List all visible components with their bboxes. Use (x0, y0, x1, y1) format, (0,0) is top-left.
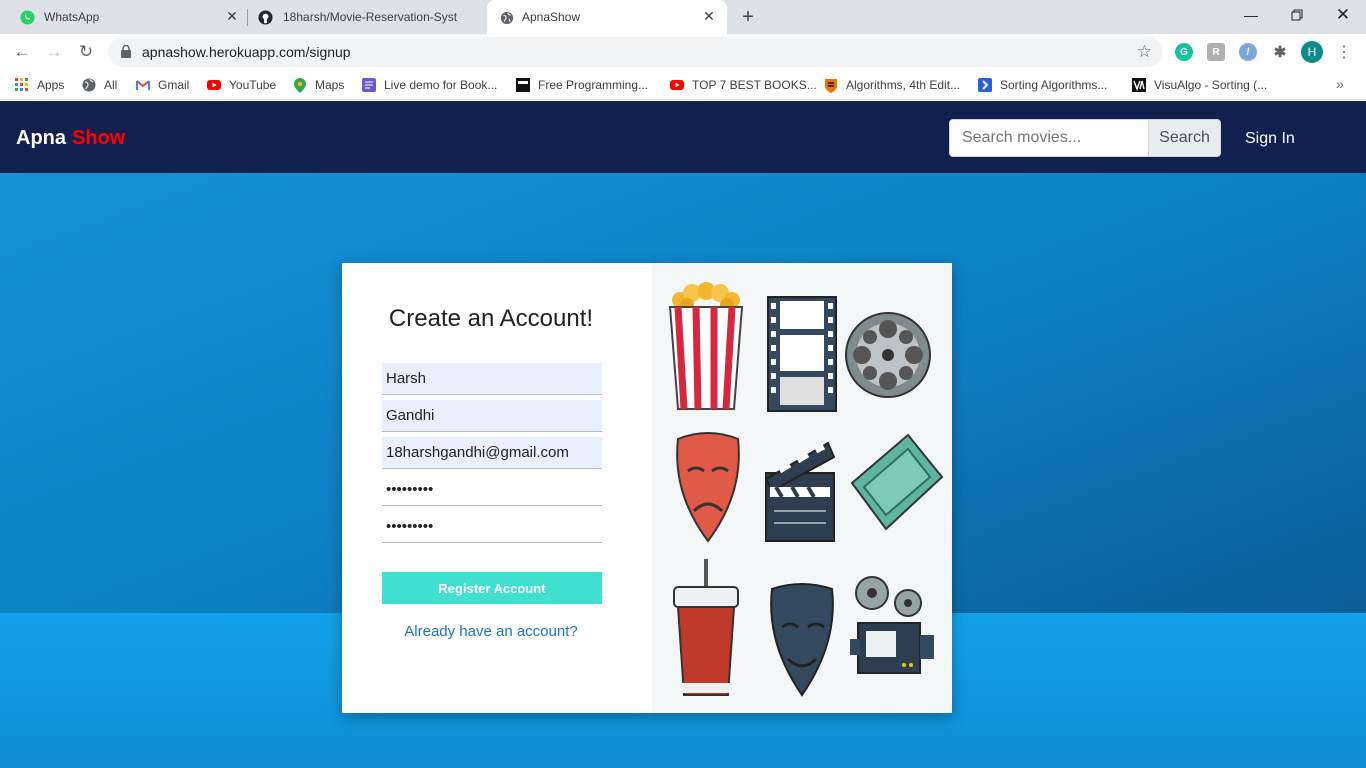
signup-card: Create an Account! Register Account Alre… (342, 263, 952, 713)
browser-menu-icon[interactable]: ⋮ (1336, 42, 1352, 62)
bookmark-label: Live demo for Book... (384, 78, 498, 92)
minimize-icon[interactable]: — (1239, 4, 1263, 26)
bookmark-visualgo[interactable]: VisuAlgo - Sorting (... (1132, 77, 1267, 93)
github-icon (258, 10, 273, 25)
bookmark-label: TOP 7 BEST BOOKS... (692, 78, 817, 92)
bookmark-sorting-algorithms[interactable]: Sorting Algorithms... (978, 77, 1107, 93)
tab-whatsapp[interactable]: WhatsApp ✕ (0, 0, 246, 34)
globe-icon (82, 78, 96, 92)
maps-icon (293, 77, 307, 93)
bookmarks-bar: Apps All Gmail YouTube Maps Live demo fo… (0, 70, 1366, 100)
email-field[interactable] (382, 437, 602, 469)
movie-search-input[interactable] (949, 119, 1149, 157)
confirm-password-field[interactable] (382, 511, 602, 543)
last-name-field[interactable] (382, 400, 602, 432)
bookmark-label: Gmail (158, 78, 190, 92)
tab-close-icon[interactable]: ✕ (701, 8, 717, 24)
movie-illustration (652, 263, 952, 713)
bookmark-label: Sorting Algorithms... (1000, 78, 1108, 92)
bookmark-label: Algorithms, 4th Edit... (846, 78, 961, 92)
whatsapp-icon (20, 10, 35, 25)
bookmark-maps[interactable]: Maps (293, 77, 344, 93)
happy-mask-icon (770, 583, 834, 697)
browser-toolbar: ← → ↻ apnashow.herokuapp.com/signup ☆ G … (0, 34, 1366, 70)
register-account-button[interactable]: Register Account (382, 572, 602, 604)
extension-shield-icon[interactable]: / (1239, 43, 1257, 61)
globe-icon (499, 10, 514, 25)
tab-title: WhatsApp (44, 10, 100, 24)
ticket-icon (850, 433, 944, 531)
address-bar[interactable]: apnashow.herokuapp.com/signup ☆ (108, 37, 1162, 67)
extensions-puzzle-icon[interactable]: ✱ (1271, 43, 1289, 61)
bookmark-free-programming[interactable]: Free Programming... (516, 77, 648, 93)
brand-first: Apna (16, 127, 66, 149)
apps-grid-icon (15, 78, 29, 92)
bookmarks-overflow-icon[interactable]: » (1336, 76, 1344, 92)
tab-title: ApnaShow (522, 10, 581, 24)
grammarly-icon[interactable]: G (1175, 43, 1193, 61)
bookmark-icon (978, 78, 992, 92)
reload-icon[interactable]: ↻ (75, 41, 97, 63)
new-tab-icon[interactable]: + (738, 6, 758, 28)
sign-in-link[interactable]: Sign In (1245, 130, 1295, 148)
signup-form: Create an Account! Register Account Alre… (342, 263, 652, 713)
site-navbar: Apna Show Search Sign In (0, 101, 1366, 173)
brand-logo[interactable]: Apna Show (16, 127, 125, 150)
browser-tab-bar: WhatsApp ✕ 18harsh/Movie-Reservation-Sys… (0, 0, 1366, 34)
tab-title: 18harsh/Movie-Reservation-Syste (283, 10, 457, 24)
lock-icon (120, 44, 132, 58)
bookmark-label: Free Programming... (538, 78, 649, 92)
sad-mask-icon (676, 432, 740, 543)
first-name-field[interactable] (382, 363, 602, 395)
extension-r-icon[interactable]: R (1207, 43, 1225, 61)
bookmark-star-icon[interactable]: ☆ (1137, 42, 1152, 62)
popcorn-icon (668, 282, 744, 410)
bookmark-label: Maps (315, 78, 345, 92)
login-link[interactable]: Already have an account? (342, 623, 640, 640)
back-icon[interactable]: ← (11, 41, 33, 63)
bookmark-label: VisuAlgo - Sorting (... (1154, 78, 1268, 92)
bookmark-top-7-books[interactable]: TOP 7 BEST BOOKS... (670, 77, 817, 93)
page-title: Create an Account! (388, 305, 594, 332)
bookmark-apps[interactable]: Apps (15, 77, 64, 93)
search-button[interactable]: Search (1148, 119, 1221, 157)
bookmark-icon (516, 78, 530, 92)
bookmark-gmail[interactable]: Gmail (136, 77, 189, 93)
close-window-icon[interactable]: ✕ (1331, 4, 1355, 26)
gmail-icon (136, 78, 150, 92)
profile-avatar[interactable]: H (1301, 41, 1323, 63)
bookmark-algorithms[interactable]: Algorithms, 4th Edit... (824, 77, 960, 93)
bookmark-all[interactable]: All (82, 77, 117, 93)
tab-close-icon[interactable]: ✕ (224, 8, 240, 24)
clapperboard-icon (764, 441, 836, 542)
forward-icon[interactable]: → (43, 41, 65, 63)
film-reel-icon (845, 312, 931, 398)
tab-github[interactable]: 18harsh/Movie-Reservation-Syste (248, 0, 486, 34)
url-text: apnashow.herokuapp.com/signup (142, 44, 351, 60)
projector-icon (850, 576, 934, 674)
brand-second: Show (72, 127, 126, 149)
bookmark-label: All (104, 78, 118, 92)
film-strip-icon (767, 296, 837, 412)
bookmark-live-demo[interactable]: Live demo for Book... (362, 77, 497, 93)
restore-icon[interactable] (1285, 4, 1309, 26)
bookmark-label: Apps (37, 78, 65, 92)
youtube-icon (670, 78, 684, 92)
bookmark-icon (362, 78, 376, 92)
page-content: Apna Show Search Sign In Create an Accoun… (0, 101, 1366, 768)
soda-cup-icon (673, 559, 739, 696)
bookmark-youtube[interactable]: YouTube (207, 77, 276, 93)
password-field[interactable] (382, 474, 602, 506)
visualgo-icon (1132, 78, 1146, 92)
tab-apnashow[interactable]: ApnaShow ✕ (487, 0, 727, 34)
youtube-icon (207, 78, 221, 92)
princeton-icon (824, 78, 838, 93)
bookmark-label: YouTube (229, 78, 277, 92)
